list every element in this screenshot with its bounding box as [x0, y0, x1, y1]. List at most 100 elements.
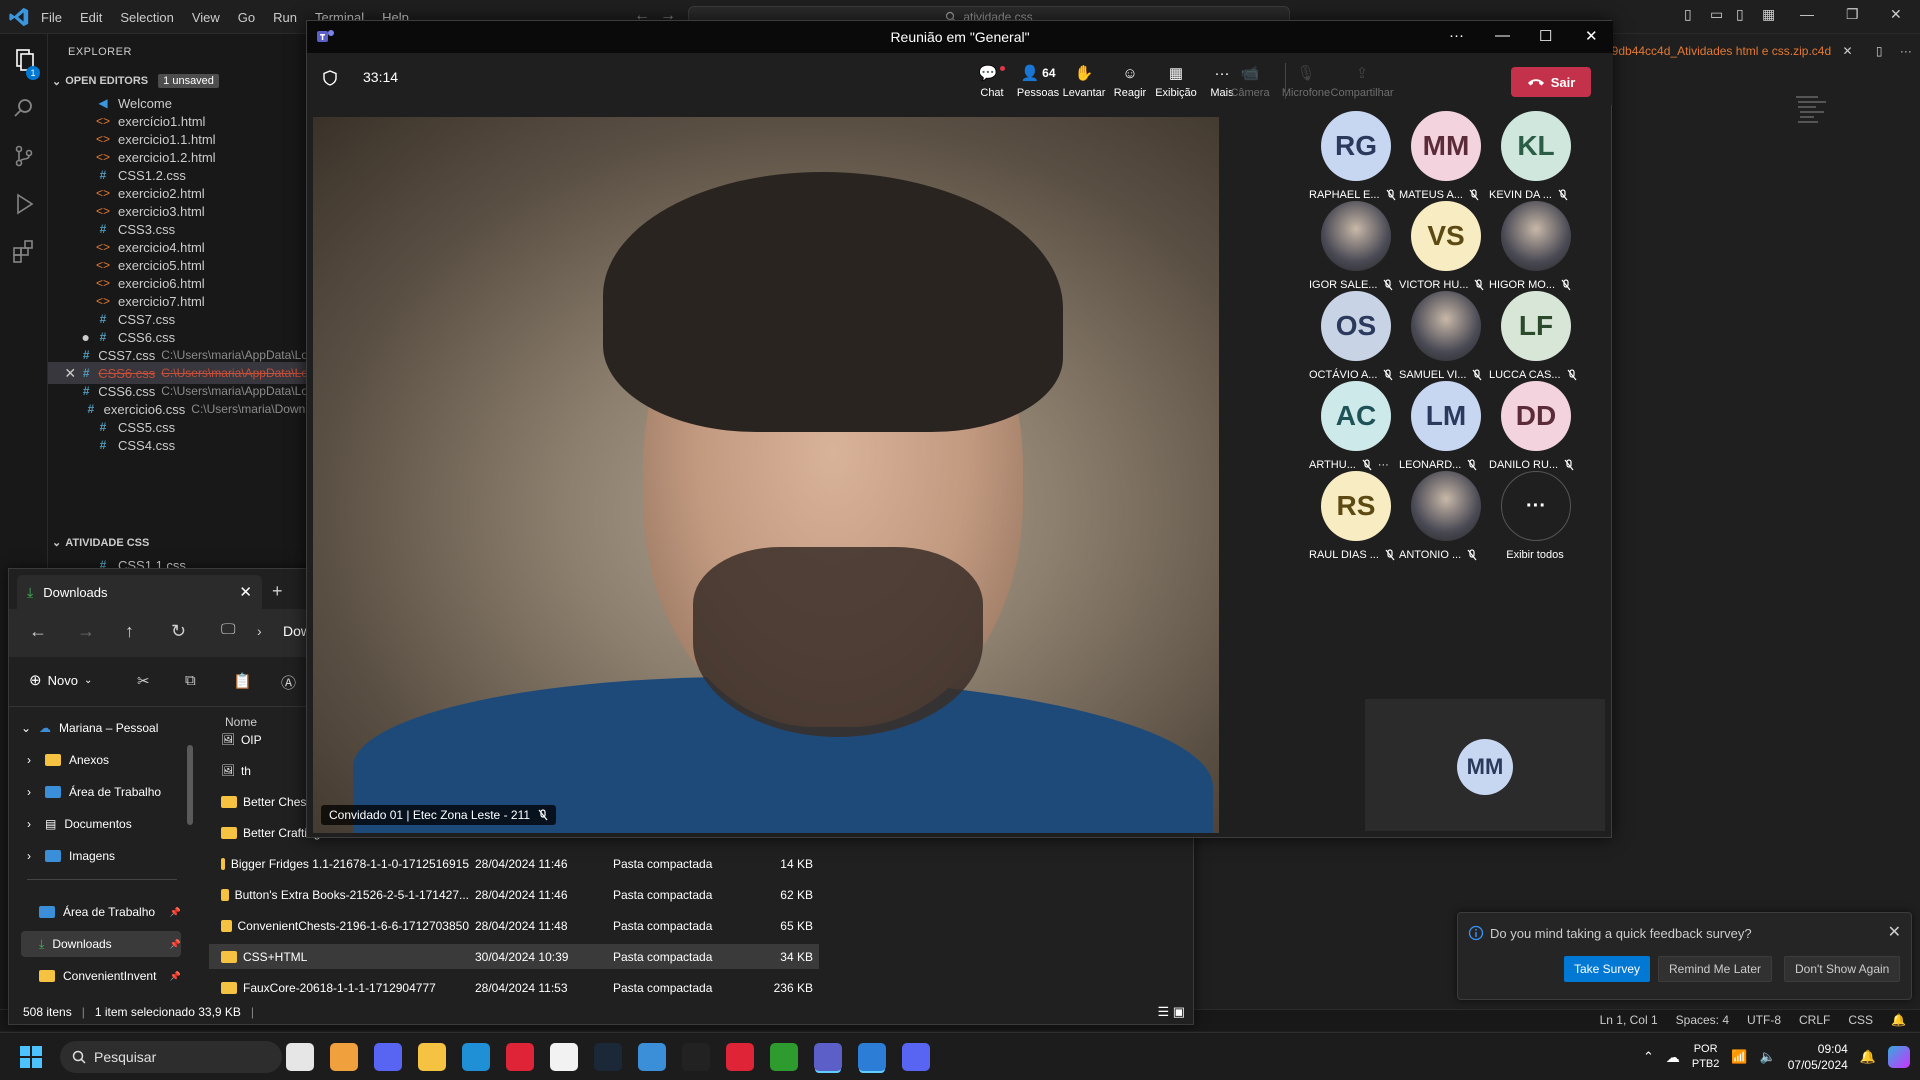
run-debug-icon[interactable]	[10, 190, 38, 218]
open-editor-item[interactable]: # CSS4.css	[48, 434, 308, 456]
participant-tile[interactable]: IGOR SALE...	[1305, 201, 1395, 301]
nav-item[interactable]: › Imagens	[21, 843, 181, 869]
participant-tile[interactable]: RG RAPHAEL E...	[1305, 111, 1395, 211]
taskbar-search[interactable]: Pesquisar	[60, 1041, 282, 1073]
more-actions-icon[interactable]: ···	[1900, 44, 1912, 58]
discord-icon[interactable]	[374, 1043, 402, 1071]
split-editor-icon[interactable]: ▯	[1876, 44, 1883, 58]
menu-selection[interactable]: Selection	[113, 6, 180, 29]
file-row[interactable]: FauxCore-20618-1-1-1-1712904777 28/04/202…	[209, 975, 819, 1000]
participant-tile[interactable]: HIGOR MO...	[1485, 201, 1575, 301]
source-control-icon[interactable]	[10, 142, 38, 170]
close-icon[interactable]: ✕	[1585, 27, 1598, 45]
participant-tile[interactable]: AC ARTHU... ···	[1305, 381, 1395, 481]
self-view-tile[interactable]: MM	[1365, 699, 1605, 831]
new-button[interactable]: ⊕ Novo ⌄	[29, 671, 92, 689]
app-icon[interactable]	[682, 1043, 710, 1071]
mail-icon[interactable]	[638, 1043, 666, 1071]
participant-tile[interactable]: SAMUEL VI...	[1395, 291, 1485, 391]
minimap[interactable]	[1796, 94, 1832, 128]
file-row[interactable]: CSS+HTML 30/04/2024 10:39 Pasta compactada…	[209, 944, 819, 969]
close-icon[interactable]: ✕	[1890, 6, 1902, 23]
participant-tile[interactable]: ANTONIO ...	[1395, 471, 1485, 571]
toolbar-compartilhar-button[interactable]: ⇪ Compartilhar	[1331, 59, 1394, 103]
participant-tile[interactable]: VS VICTOR HU...	[1395, 201, 1485, 301]
remind-later-button[interactable]: Remind Me Later	[1658, 956, 1773, 982]
participant-tile[interactable]: RS RAUL DIAS ...	[1305, 471, 1395, 571]
store-icon[interactable]	[550, 1043, 578, 1071]
teams-icon[interactable]	[814, 1043, 842, 1071]
participant-tile[interactable]: LF LUCCA CAS...	[1485, 291, 1576, 391]
extensions-icon[interactable]	[10, 238, 38, 266]
cut-icon[interactable]: ✂	[137, 672, 150, 690]
clock[interactable]: 09:04 07/05/2024	[1788, 1041, 1848, 1073]
paste-icon[interactable]: 📋	[233, 672, 252, 690]
maximize-icon[interactable]: ☐	[1539, 27, 1552, 45]
participant-tile[interactable]: LM LEONARD...	[1395, 381, 1485, 481]
close-icon[interactable]: ✕	[1888, 922, 1901, 942]
wifi-icon[interactable]: 📶	[1731, 1049, 1747, 1065]
close-tab-icon[interactable]: ✕	[239, 583, 252, 601]
file-row[interactable]: ConvenientChests-2196-1-6-6-1712703850 28…	[209, 913, 819, 938]
widgets-icon[interactable]	[286, 1043, 314, 1071]
windows-start-icon[interactable]	[20, 1046, 42, 1068]
rename-icon[interactable]: Ⓐ	[281, 672, 296, 693]
status-item[interactable]: UTF-8	[1747, 1013, 1781, 1027]
chevron-up-icon[interactable]: ⌃	[1643, 1049, 1654, 1065]
main-video-feed[interactable]: Convidado 01 | Etec Zona Leste - 211	[313, 117, 1219, 833]
participant-tile[interactable]: MM MATEUS A...	[1395, 111, 1485, 211]
notifications-icon[interactable]: 🔔	[1891, 1013, 1906, 1027]
status-item[interactable]: CRLF	[1799, 1013, 1830, 1027]
toggle-sidebar-icon[interactable]: ▯	[1684, 6, 1692, 23]
vscode-icon[interactable]	[858, 1043, 886, 1071]
nav-scrollbar[interactable]	[187, 745, 193, 825]
onedrive-cloud-icon[interactable]: ☁	[1666, 1049, 1680, 1066]
chevron-right-icon[interactable]: ›	[27, 753, 37, 767]
copilot-icon[interactable]	[1888, 1046, 1910, 1068]
more-icon[interactable]: ···	[1378, 459, 1389, 471]
file-row[interactable]: Bigger Fridges 1.1-21678-1-1-0-171251691…	[209, 851, 819, 876]
menu-edit[interactable]: Edit	[73, 6, 109, 29]
chevron-right-icon[interactable]: ›	[27, 785, 37, 799]
discord-icon[interactable]	[902, 1043, 930, 1071]
nav-item[interactable]: › Anexos	[21, 747, 181, 773]
nav-item[interactable]: › ▤ Documentos	[21, 811, 181, 837]
customize-layout-icon[interactable]: ▦	[1762, 6, 1775, 23]
language-indicator[interactable]: POR PTB2	[1692, 1042, 1720, 1072]
participant-tile[interactable]: DD DANILO RU...	[1485, 381, 1575, 481]
open-editors-header[interactable]: ⌄ OPEN EDITORS 1 unsaved	[52, 74, 219, 88]
file-manager-icon[interactable]	[330, 1043, 358, 1071]
opera-icon[interactable]	[506, 1043, 534, 1071]
toggle-panel-icon[interactable]: ▭	[1710, 6, 1723, 23]
unsaved-dot-icon[interactable]: ●	[48, 329, 94, 345]
explorer-tab[interactable]: ⤓ Downloads ✕	[17, 575, 262, 609]
steam-icon[interactable]	[594, 1043, 622, 1071]
new-tab-icon[interactable]: +	[272, 581, 283, 602]
quick-access-item[interactable]: ConvenientInvent 📌	[21, 963, 181, 989]
back-arrow-icon[interactable]: ←	[29, 621, 47, 642]
forward-arrow-icon[interactable]: →	[77, 621, 95, 642]
this-pc-icon[interactable]: 🖵	[221, 621, 235, 638]
app-icon[interactable]	[726, 1043, 754, 1071]
nav-item[interactable]: › Área de Trabalho	[21, 779, 181, 805]
leave-button[interactable]: Sair	[1511, 67, 1591, 97]
up-arrow-icon[interactable]: ↑	[125, 621, 134, 642]
edge-icon[interactable]	[462, 1043, 490, 1071]
view-all-participants[interactable]: ··· Exibir todos	[1485, 471, 1575, 571]
file-row[interactable]: Button's Extra Books-21526-2-5-1-171427.…	[209, 882, 819, 907]
folder-icon[interactable]	[418, 1043, 446, 1071]
participant-tile[interactable]: OS OCTÁVIO A...	[1305, 291, 1395, 391]
chevron-down-icon[interactable]: ⌄	[21, 721, 31, 735]
toolbar-câmera-button[interactable]: 📹 Câmera	[1221, 59, 1279, 103]
chevron-right-icon[interactable]: ›	[27, 817, 37, 831]
toggle-secondary-sidebar-icon[interactable]: ▯	[1736, 6, 1744, 23]
status-item[interactable]: CSS	[1848, 1013, 1873, 1027]
more-options-icon[interactable]: ···	[1449, 27, 1464, 44]
menu-run[interactable]: Run	[266, 6, 304, 29]
minecraft-icon[interactable]	[770, 1043, 798, 1071]
close-editor-icon[interactable]: ✕	[48, 365, 80, 382]
participant-tile[interactable]: KL KEVIN DA ...	[1485, 111, 1575, 211]
take-survey-button[interactable]: Take Survey	[1564, 956, 1651, 982]
status-item[interactable]: Ln 1, Col 1	[1600, 1013, 1658, 1027]
search-icon[interactable]	[10, 94, 38, 122]
